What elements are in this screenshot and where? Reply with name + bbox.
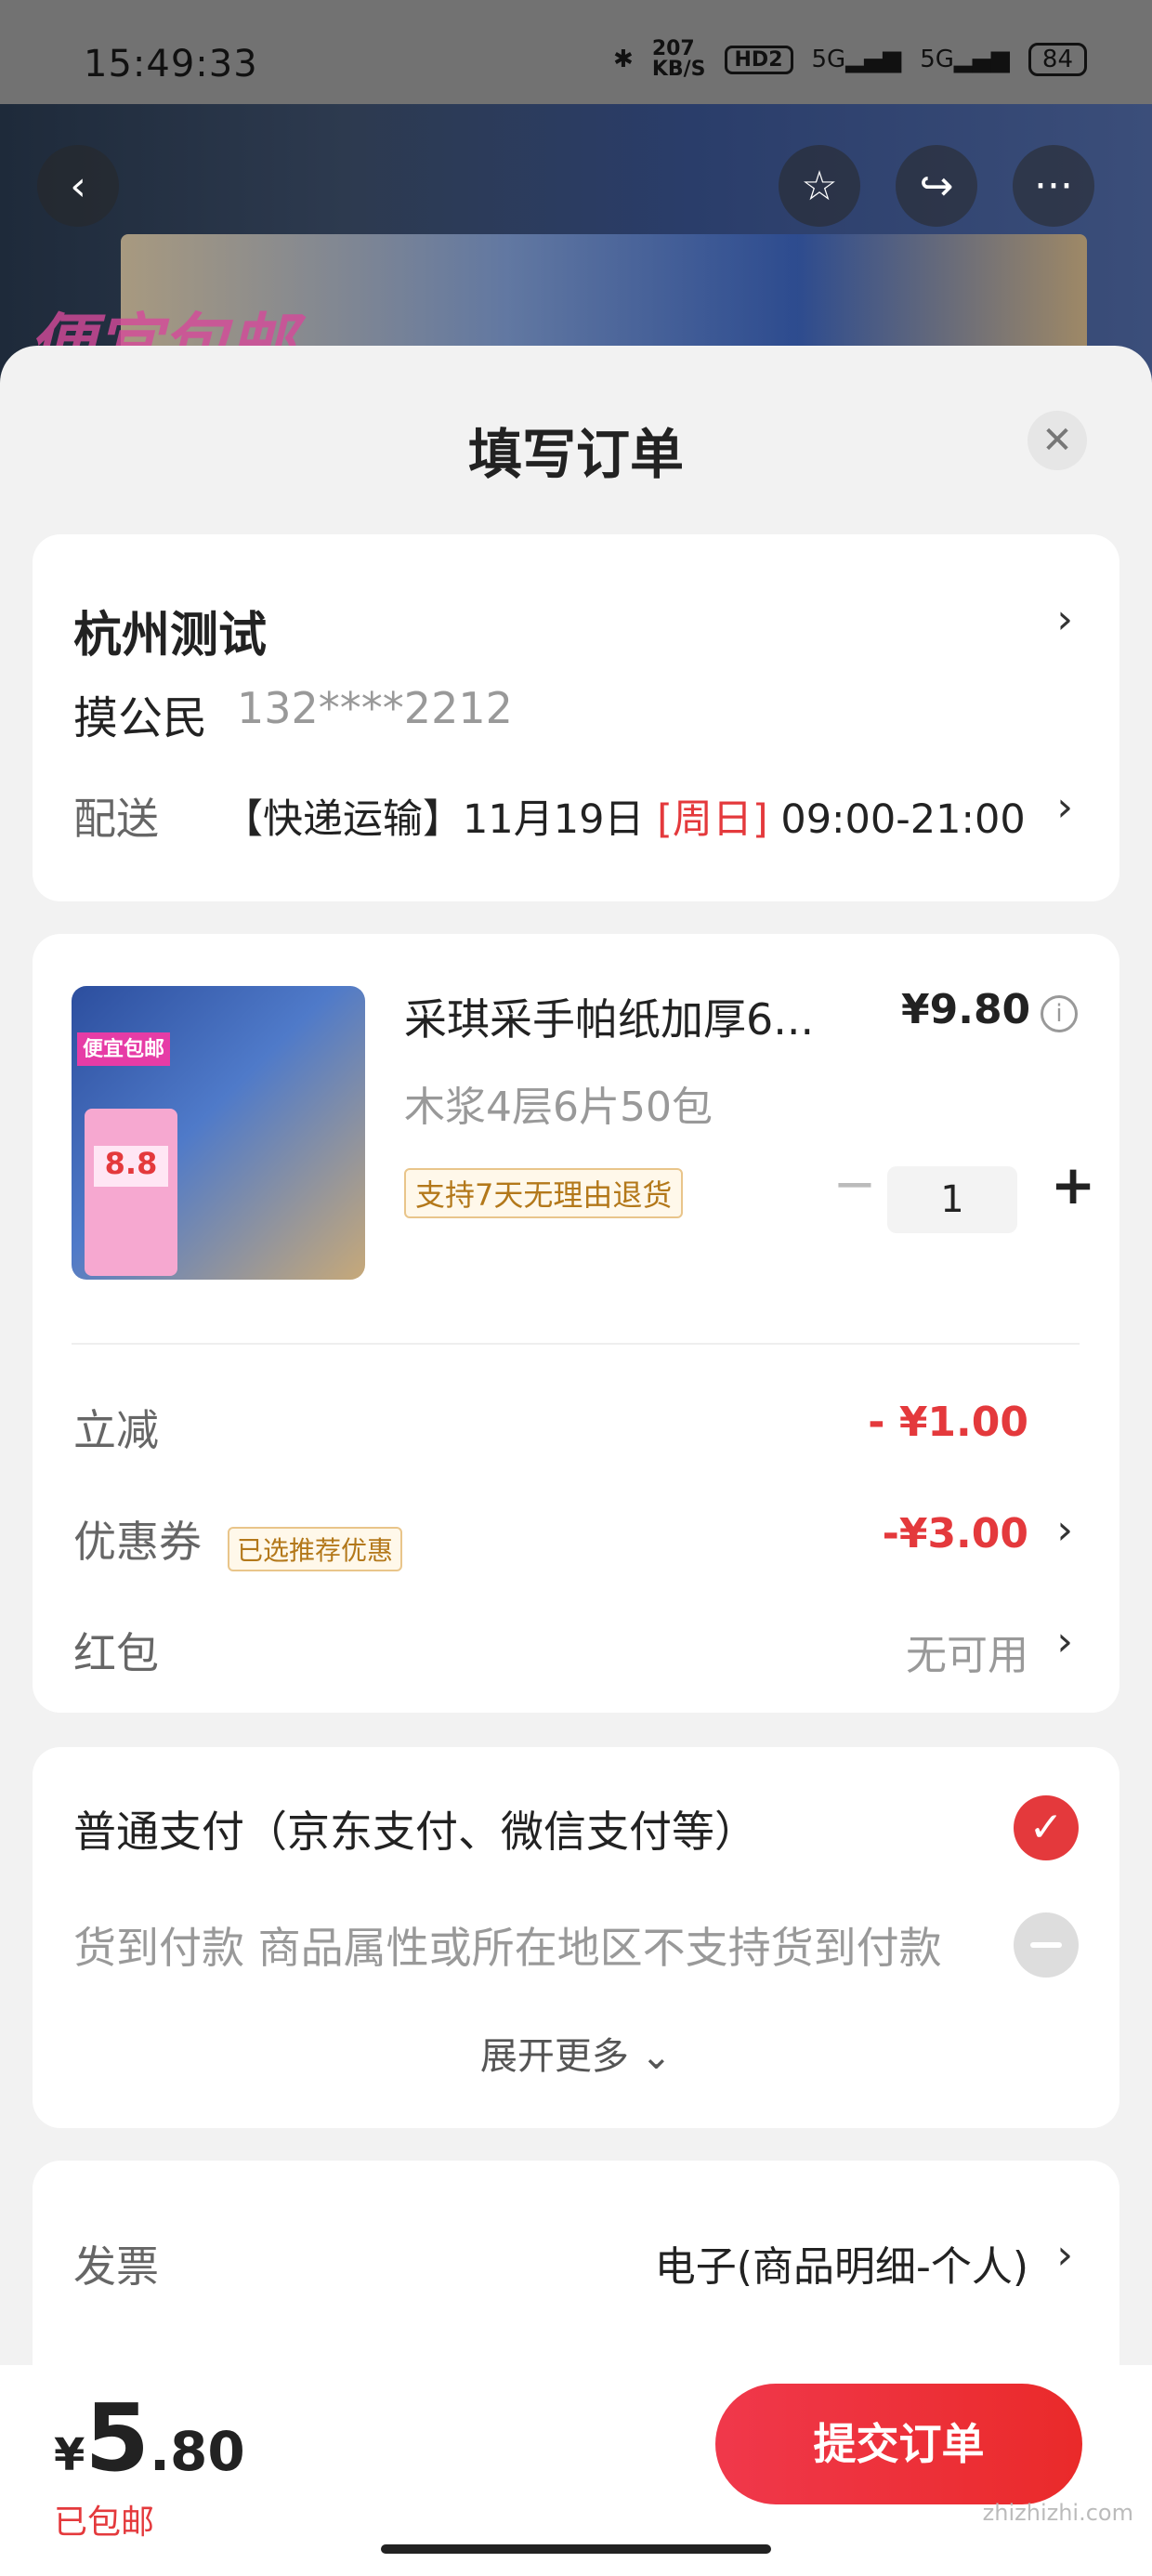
star-icon: ☆ [801,162,838,210]
chevron-right-icon: › [1056,1506,1073,1554]
product-spec: 木浆4层6片50包 [404,1084,713,1131]
product-card: 便宜包邮 8.8 采琪采手帕纸加厚6... ¥9.80 i 木浆4层6片50包 … [33,934,1119,1713]
address-card[interactable]: 杭州测试 › 摸公民 132****2212 配送 【快递运输】11月19日 [… [33,534,1119,901]
signal-5g-2-icon: 5G▂▄▆ [920,46,1010,73]
receiver-phone: 132****2212 [237,683,513,733]
shipping-label: 配送 [73,794,159,844]
chevron-right-icon: › [1056,1618,1073,1665]
total-decimal: .80 [150,2420,245,2483]
checkmark-icon[interactable]: ✓ [1014,1795,1079,1860]
total-currency: ¥ [54,2429,85,2481]
more-button[interactable]: ··· [1013,145,1094,227]
red-packet-label[interactable]: 红包 [73,1620,159,1681]
quantity-decrease-button[interactable]: − [822,1155,887,1220]
info-icon[interactable]: i [1041,995,1078,1032]
status-time: 15:49:33 [84,43,258,85]
invoice-value: 电子(商品明细-个人) [654,2243,1028,2291]
submit-order-button[interactable]: 提交订单 [715,2384,1082,2504]
share-button[interactable]: ↪ [896,145,977,227]
quantity-input[interactable]: 1 [887,1166,1017,1233]
chevron-left-icon: ‹ [70,162,86,210]
chevron-right-icon: › [1056,783,1073,831]
shipping-method: 【快递运输】11月19日 [223,796,645,843]
shipping-info[interactable]: 【快递运输】11月19日 [周日] 09:00-21:00 [223,787,1026,845]
status-bar: 15:49:33 ✱ 207 KB/S HD2 5G▂▄▆ 5G▂▄▆ 84 [0,0,1152,104]
thumb-price: 8.8 [94,1146,168,1187]
sheet-title: 填写订单 [467,423,684,486]
disabled-icon [1014,1912,1079,1978]
quantity-increase-button[interactable]: + [1041,1155,1106,1220]
signal-5g-icon: 5G▂▄▆ [811,46,902,73]
receiver-name: 摸公民 [73,692,208,744]
signal-5g-2-label: 5G [920,46,954,73]
status-icons: ✱ 207 KB/S HD2 5G▂▄▆ 5G▂▄▆ 84 [613,39,1087,80]
bluetooth-icon: ✱ [613,46,634,73]
chevron-right-icon: › [1056,2231,1073,2279]
product-name[interactable]: 采琪采手帕纸加厚6... [404,986,814,1047]
total-integer: 5 [85,2384,150,2492]
close-button[interactable]: ✕ [1028,411,1087,470]
coupon-badge: 已选推荐优惠 [228,1527,403,1571]
watermark: zhizhizhi.com [982,2500,1133,2526]
share-icon: ↪ [919,162,954,210]
chevron-right-icon: › [1056,596,1073,643]
shipping-day: [周日] [657,796,768,843]
home-indicator[interactable] [381,2544,771,2554]
shipping-time: 09:00-21:00 [780,796,1026,843]
product-hero: 便宜包邮 [0,104,1152,383]
payment-cod-label: 货到付款 商品属性或所在地区不支持货到付款 [73,1923,942,1973]
order-sheet: 填写订单 ✕ 杭州测试 › 摸公民 132****2212 配送 【快递运输】1… [0,346,1152,2576]
free-shipping-note: 已包邮 [54,2504,155,2542]
close-icon: ✕ [1041,419,1073,462]
instant-discount-label: 立减 [73,1405,159,1455]
divider [72,1343,1080,1345]
favorite-button[interactable]: ☆ [779,145,860,227]
thumb-promo-tag: 便宜包邮 [77,1032,170,1066]
product-thumbnail[interactable]: 便宜包邮 8.8 [72,986,365,1280]
coupon-value[interactable]: -¥3.00 [883,1510,1028,1557]
coupon-label[interactable]: 优惠券 [73,1508,202,1570]
net-speed: 207 KB/S [651,37,706,81]
return-policy-badge: 支持7天无理由退货 [404,1168,684,1218]
order-total: ¥5.80 [54,2384,245,2492]
more-dots-icon: ··· [1034,162,1073,210]
invoice-label: 发票 [73,2241,159,2292]
red-packet-value[interactable]: 无可用 [906,1622,1028,1681]
expand-more-button[interactable]: 展开更多 ⌄ [33,2026,1119,2080]
battery-icon: 84 [1028,43,1087,76]
address-title: 杭州测试 [73,608,268,664]
product-price: ¥9.80 [901,986,1031,1033]
thumb-price-tag: 8.8 [85,1109,177,1276]
signal-5g-label: 5G [811,46,846,73]
back-button[interactable]: ‹ [37,145,119,227]
payment-normal-label[interactable]: 普通支付（京东支付、微信支付等） [73,1798,757,1860]
payment-card: 普通支付（京东支付、微信支付等） ✓ 货到付款 商品属性或所在地区不支持货到付款… [33,1747,1119,2128]
instant-discount-value: - ¥1.00 [868,1399,1028,1446]
hd-icon: HD2 [724,45,793,74]
